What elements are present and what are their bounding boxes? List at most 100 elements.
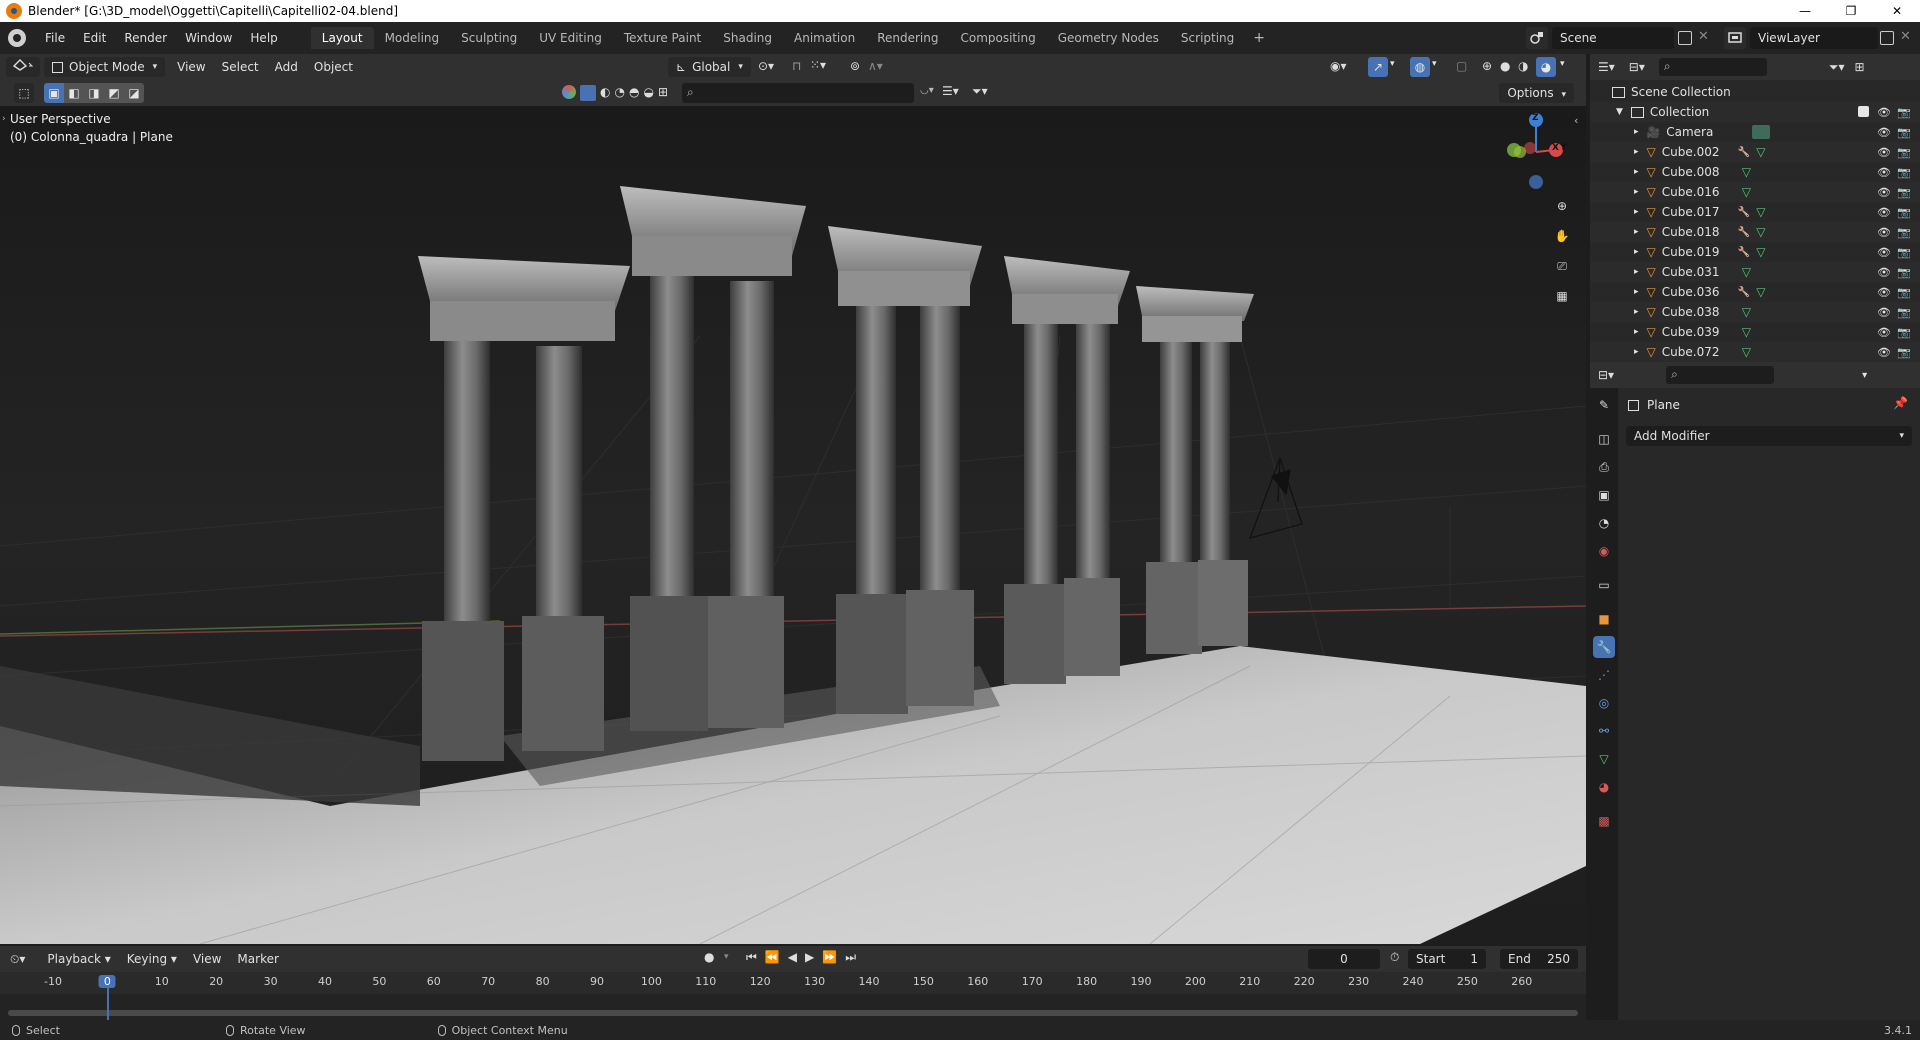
filter-light-icon[interactable]: ◔ bbox=[614, 85, 624, 101]
eye-icon[interactable]: 👁 bbox=[1877, 226, 1891, 239]
jump-start-icon[interactable]: ⏮ bbox=[746, 950, 757, 965]
mode-dropdown[interactable]: Object Mode ▾ bbox=[44, 57, 166, 77]
view-layer-icon[interactable] bbox=[1724, 27, 1746, 49]
select-invert-icon[interactable]: ◩ bbox=[104, 83, 124, 103]
visibility-icon[interactable]: ◉▾ bbox=[1330, 59, 1347, 73]
outliner-item-row[interactable]: ▸ ▽ Cube.002 🔧 ▽ 👁 📷 bbox=[1590, 142, 1920, 162]
falloff-icon[interactable]: ∧▾ bbox=[868, 59, 883, 73]
modifier-tab-icon[interactable]: 🔧 bbox=[1593, 636, 1615, 658]
expand-arrow-icon[interactable]: ▸ bbox=[1634, 327, 1639, 337]
expand-arrow-icon[interactable]: ▸ bbox=[1634, 187, 1639, 197]
filter-funnel-icon[interactable]: ⏷▾ bbox=[972, 84, 988, 99]
filter-camera-icon[interactable]: ◓ bbox=[629, 85, 639, 101]
viewport-menu-add[interactable]: Add bbox=[267, 54, 306, 80]
stopwatch-icon[interactable]: ⏱ bbox=[1390, 950, 1399, 965]
select-extend-icon[interactable]: ◧ bbox=[64, 83, 84, 103]
outliner-item-row[interactable]: ▸ ▽ Cube.039 ▽ 👁 📷 bbox=[1590, 322, 1920, 342]
sidebar-toggle-icon[interactable]: ‹ bbox=[1574, 114, 1578, 127]
eye-icon[interactable]: 👁 bbox=[1877, 126, 1891, 139]
render-tab-icon[interactable]: ◫ bbox=[1593, 428, 1615, 450]
tab-modeling[interactable]: Modeling bbox=[374, 27, 451, 49]
outliner-item-row[interactable]: ▸ 🎥 Camera 👁 📷 bbox=[1590, 122, 1920, 142]
eye-icon[interactable]: 👁 bbox=[1877, 146, 1891, 159]
camera-render-icon[interactable]: 📷 bbox=[1897, 186, 1911, 199]
expand-arrow-icon[interactable]: ▸ bbox=[1634, 207, 1639, 217]
outliner-item-row[interactable]: ▸ ▽ Cube.018 🔧 ▽ 👁 📷 bbox=[1590, 222, 1920, 242]
object-tab-icon[interactable]: ■ bbox=[1593, 608, 1615, 630]
shading-dropdown-icon[interactable]: ▾ bbox=[1560, 59, 1565, 69]
eye-icon[interactable]: 👁 bbox=[1877, 166, 1891, 179]
view-layer-selector[interactable]: ViewLayer bbox=[1750, 27, 1878, 49]
view-layer-new-icon[interactable] bbox=[1880, 31, 1894, 45]
filter-empty-icon[interactable]: ⊞ bbox=[658, 85, 668, 101]
shading-material-icon[interactable]: ◑ bbox=[1518, 59, 1528, 73]
expand-arrow-icon[interactable]: ▸ bbox=[1634, 127, 1639, 137]
scene-collection-row[interactable]: Scene Collection bbox=[1590, 82, 1920, 102]
zoom-icon[interactable]: ⊕ bbox=[1550, 194, 1574, 218]
pivot-point-icon[interactable]: ⊙▾ bbox=[758, 59, 774, 73]
filter-all-icon[interactable] bbox=[562, 85, 576, 99]
menu-window[interactable]: Window bbox=[176, 22, 241, 54]
camera-view-icon[interactable]: ⎚ bbox=[1550, 254, 1574, 278]
options-dropdown[interactable]: Options ▾ bbox=[1499, 83, 1574, 103]
outliner-item-row[interactable]: ▸ ▽ Cube.036 🔧 ▽ 👁 📷 bbox=[1590, 282, 1920, 302]
expand-arrow-icon[interactable]: ▼ bbox=[1616, 107, 1623, 117]
timeline-scrollbar[interactable] bbox=[8, 1010, 1578, 1016]
timeline-area[interactable]: -10 0 10 20 30 40 50 60 70 80 90 100 110 120 130 140 150… bbox=[0, 972, 1586, 1020]
camera-render-icon[interactable]: 📷 bbox=[1897, 126, 1911, 139]
properties-search-field[interactable]: ⌕ bbox=[1666, 366, 1775, 384]
minimize-button[interactable]: — bbox=[1782, 0, 1828, 22]
menu-edit[interactable]: Edit bbox=[74, 22, 115, 54]
keying-set-dropdown-icon[interactable]: ▾ bbox=[724, 952, 729, 962]
tab-rendering[interactable]: Rendering bbox=[866, 27, 949, 49]
outliner-item-row[interactable]: ▸ ▽ Cube.072 ▽ 👁 📷 bbox=[1590, 342, 1920, 362]
texture-tab-icon[interactable]: ▩ bbox=[1593, 810, 1615, 832]
ortho-grid-icon[interactable]: ▦ bbox=[1550, 284, 1574, 308]
pin-icon[interactable]: 📌 bbox=[1893, 396, 1908, 410]
close-button[interactable]: ✕ bbox=[1874, 0, 1920, 22]
output-tab-icon[interactable]: ⎙ bbox=[1593, 456, 1615, 478]
editor-type-button[interactable] bbox=[6, 57, 40, 77]
outliner-editor-type-icon[interactable]: ☰▾ bbox=[1598, 60, 1615, 74]
jump-end-icon[interactable]: ⏭ bbox=[845, 950, 856, 965]
menu-render[interactable]: Render bbox=[115, 22, 176, 54]
record-keyframe-icon[interactable]: ● bbox=[704, 950, 714, 964]
eye-icon[interactable]: 👁 bbox=[1877, 246, 1891, 259]
eye-icon[interactable]: 👁 bbox=[1877, 206, 1891, 219]
maximize-button[interactable]: ❐ bbox=[1828, 0, 1874, 22]
viewport-menu-view[interactable]: View bbox=[169, 54, 213, 80]
tab-uv-editing[interactable]: UV Editing bbox=[528, 27, 613, 49]
tab-compositing[interactable]: Compositing bbox=[949, 27, 1046, 49]
tab-animation[interactable]: Animation bbox=[783, 27, 866, 49]
playback-menu[interactable]: Playback ▾ bbox=[39, 946, 118, 972]
select-new-icon[interactable]: ▣ bbox=[44, 83, 64, 103]
chevron-down-icon[interactable]: ▾ bbox=[1862, 370, 1867, 381]
expand-arrow-icon[interactable]: ▸ bbox=[1634, 247, 1639, 257]
camera-render-icon[interactable]: 📷 bbox=[1897, 286, 1911, 299]
outliner-item-row[interactable]: ▸ ▽ Cube.038 ▽ 👁 📷 bbox=[1590, 302, 1920, 322]
scene-selector[interactable]: Scene bbox=[1552, 27, 1674, 49]
modifier-icon[interactable]: 🔧 bbox=[1738, 287, 1750, 298]
camera-render-icon[interactable]: 📷 bbox=[1897, 226, 1911, 239]
tab-texture-paint[interactable]: Texture Paint bbox=[613, 27, 712, 49]
gizmo-toggle-icon[interactable]: ↗ bbox=[1368, 57, 1388, 77]
eye-icon[interactable]: 👁 bbox=[1877, 286, 1891, 299]
camera-data-icon[interactable] bbox=[1752, 125, 1771, 139]
modifier-icon[interactable]: 🔧 bbox=[1738, 207, 1750, 218]
next-keyframe-icon[interactable]: ⏩ bbox=[822, 950, 837, 965]
mesh-data-icon[interactable]: ▽ bbox=[1756, 245, 1765, 259]
play-icon[interactable]: ▶ bbox=[805, 950, 814, 965]
camera-render-icon[interactable]: 📷 bbox=[1897, 106, 1911, 119]
scene-tab-icon[interactable]: ◔ bbox=[1593, 512, 1615, 534]
viewport-menu-object[interactable]: Object bbox=[306, 54, 361, 80]
blender-menu-icon[interactable] bbox=[8, 29, 26, 47]
world-tab-icon[interactable]: ◉ bbox=[1593, 540, 1615, 562]
keying-menu[interactable]: Keying ▾ bbox=[119, 946, 185, 972]
expand-arrow-icon[interactable]: ▸ bbox=[1634, 287, 1639, 297]
overlay-toggle-icon[interactable]: ◍ bbox=[1410, 57, 1430, 77]
collection-tab-icon[interactable]: ▭ bbox=[1593, 574, 1615, 596]
data-tab-icon[interactable]: ▽ bbox=[1593, 748, 1615, 770]
timeline-view-menu[interactable]: View bbox=[185, 946, 229, 972]
collection-row[interactable]: ▼ Collection 👁 📷 bbox=[1590, 102, 1920, 122]
filter-funnel-icon[interactable]: ⏷▾ bbox=[1829, 60, 1845, 75]
